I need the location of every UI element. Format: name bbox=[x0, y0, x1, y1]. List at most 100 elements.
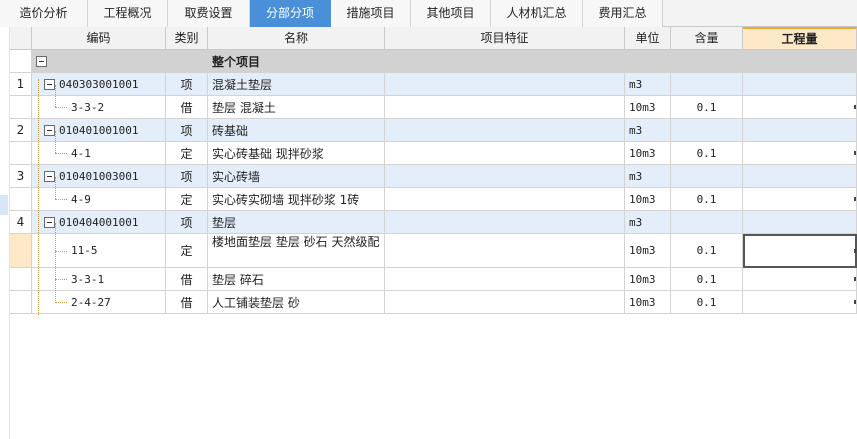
feature-cell[interactable] bbox=[385, 268, 625, 291]
table-row-current[interactable]: 11-5 定 楼地面垫层 垫层 砂石 天然级配 10m3 0.1 bbox=[10, 234, 857, 268]
table-row[interactable]: 4-9 定 实心砖实砌墙 现拌砂浆 1砖 10m3 0.1 bbox=[10, 188, 857, 211]
table-row[interactable]: 3-3-1 借 垫层 碎石 10m3 0.1 bbox=[10, 268, 857, 291]
collapse-icon[interactable] bbox=[44, 78, 55, 90]
header-type[interactable]: 类别 bbox=[166, 27, 208, 50]
type-cell[interactable]: 项 bbox=[166, 165, 208, 188]
tab-labor-material-summary[interactable]: 人材机汇总 bbox=[491, 0, 583, 27]
unit-cell[interactable]: 10m3 bbox=[625, 291, 671, 314]
name-cell[interactable]: 砖基础 bbox=[208, 119, 385, 142]
unit-cell[interactable]: m3 bbox=[625, 165, 671, 188]
content-cell[interactable] bbox=[671, 73, 743, 96]
feature-cell[interactable] bbox=[385, 119, 625, 142]
type-cell[interactable]: 借 bbox=[166, 268, 208, 291]
unit-cell[interactable]: 10m3 bbox=[625, 268, 671, 291]
feature-cell[interactable] bbox=[385, 188, 625, 211]
type-cell[interactable]: 借 bbox=[166, 291, 208, 314]
content-cell[interactable]: 0.1 bbox=[671, 268, 743, 291]
content-cell[interactable] bbox=[671, 119, 743, 142]
feature-cell[interactable] bbox=[385, 165, 625, 188]
tab-cost-analysis[interactable]: 造价分析 bbox=[0, 0, 88, 27]
quantity-cell[interactable] bbox=[743, 96, 857, 119]
header-quantity[interactable]: 工程量 bbox=[743, 27, 857, 50]
feature-cell[interactable] bbox=[385, 50, 625, 73]
quantity-cell[interactable] bbox=[743, 211, 857, 234]
quantity-cell[interactable] bbox=[743, 73, 857, 96]
feature-cell[interactable] bbox=[385, 211, 625, 234]
collapse-icon[interactable] bbox=[44, 216, 55, 228]
header-content[interactable]: 含量 bbox=[671, 27, 743, 50]
collapse-icon[interactable] bbox=[36, 55, 47, 67]
unit-cell[interactable]: 10m3 bbox=[625, 234, 671, 268]
code-cell[interactable]: 2-4-27 bbox=[32, 291, 166, 314]
name-cell[interactable]: 混凝土垫层 bbox=[208, 73, 385, 96]
type-cell[interactable]: 定 bbox=[166, 142, 208, 165]
name-cell[interactable]: 实心砖墙 bbox=[208, 165, 385, 188]
unit-cell[interactable]: 10m3 bbox=[625, 188, 671, 211]
code-cell[interactable]: 3-3-1 bbox=[32, 268, 166, 291]
tab-other-items[interactable]: 其他项目 bbox=[411, 0, 491, 27]
code-cell[interactable]: 11-5 bbox=[32, 234, 166, 268]
feature-cell[interactable] bbox=[385, 142, 625, 165]
content-cell[interactable] bbox=[671, 165, 743, 188]
code-cell[interactable]: 3-3-2 bbox=[32, 96, 166, 119]
quantity-cell[interactable] bbox=[743, 188, 857, 211]
type-cell[interactable]: 项 bbox=[166, 211, 208, 234]
table-row-root[interactable]: 整个项目 bbox=[10, 50, 857, 73]
name-cell[interactable]: 垫层 碎石 bbox=[208, 268, 385, 291]
content-cell[interactable]: 0.1 bbox=[671, 234, 743, 268]
type-cell[interactable] bbox=[166, 50, 208, 73]
code-cell[interactable]: 4-9 bbox=[32, 188, 166, 211]
header-code[interactable]: 编码 bbox=[32, 27, 166, 50]
content-cell[interactable]: 0.1 bbox=[671, 142, 743, 165]
quantity-cell-selected[interactable] bbox=[743, 234, 857, 268]
unit-cell[interactable]: m3 bbox=[625, 73, 671, 96]
content-cell[interactable] bbox=[671, 211, 743, 234]
table-row[interactable]: 3-3-2 借 垫层 混凝土 10m3 0.1 bbox=[10, 96, 857, 119]
type-cell[interactable]: 定 bbox=[166, 188, 208, 211]
name-cell[interactable]: 整个项目 bbox=[208, 50, 385, 73]
table-row[interactable]: 2-4-27 借 人工铺装垫层 砂 10m3 0.1 bbox=[10, 291, 857, 314]
header-feature[interactable]: 项目特征 bbox=[385, 27, 625, 50]
type-cell[interactable]: 项 bbox=[166, 73, 208, 96]
type-cell[interactable]: 定 bbox=[166, 234, 208, 268]
tab-project-overview[interactable]: 工程概况 bbox=[88, 0, 168, 27]
name-cell[interactable]: 垫层 bbox=[208, 211, 385, 234]
tab-fee-summary[interactable]: 费用汇总 bbox=[583, 0, 663, 27]
type-cell[interactable]: 借 bbox=[166, 96, 208, 119]
type-cell[interactable]: 项 bbox=[166, 119, 208, 142]
collapse-icon[interactable] bbox=[44, 124, 55, 136]
table-row[interactable]: 3 010401003001 项 实心砖墙 m3 bbox=[10, 165, 857, 188]
code-cell[interactable]: 4-1 bbox=[32, 142, 166, 165]
name-cell[interactable]: 楼地面垫层 垫层 砂石 天然级配 bbox=[208, 234, 385, 268]
header-name[interactable]: 名称 bbox=[208, 27, 385, 50]
content-cell[interactable]: 0.1 bbox=[671, 188, 743, 211]
unit-cell[interactable]: m3 bbox=[625, 211, 671, 234]
quantity-cell[interactable] bbox=[743, 142, 857, 165]
name-cell[interactable]: 垫层 混凝土 bbox=[208, 96, 385, 119]
table-row[interactable]: 2 010401001001 项 砖基础 m3 bbox=[10, 119, 857, 142]
code-cell[interactable]: 040303001001 bbox=[32, 73, 166, 96]
header-unit[interactable]: 单位 bbox=[625, 27, 671, 50]
table-row[interactable]: 1 040303001001 项 混凝土垫层 m3 bbox=[10, 73, 857, 96]
quantity-cell[interactable] bbox=[743, 119, 857, 142]
name-cell[interactable]: 人工铺装垫层 砂 bbox=[208, 291, 385, 314]
feature-cell[interactable] bbox=[385, 73, 625, 96]
content-cell[interactable]: 0.1 bbox=[671, 96, 743, 119]
code-cell[interactable]: 010401001001 bbox=[32, 119, 166, 142]
tab-measure-items[interactable]: 措施项目 bbox=[331, 0, 411, 27]
tab-fee-settings[interactable]: 取费设置 bbox=[168, 0, 250, 27]
unit-cell[interactable] bbox=[625, 50, 671, 73]
tab-divisional-items[interactable]: 分部分项 bbox=[250, 0, 331, 27]
quantity-cell[interactable] bbox=[743, 50, 857, 73]
name-cell[interactable]: 实心砖实砌墙 现拌砂浆 1砖 bbox=[208, 188, 385, 211]
quantity-cell[interactable] bbox=[743, 165, 857, 188]
content-cell[interactable]: 0.1 bbox=[671, 291, 743, 314]
collapse-icon[interactable] bbox=[44, 170, 55, 182]
quantity-cell[interactable] bbox=[743, 291, 857, 314]
feature-cell[interactable] bbox=[385, 234, 625, 268]
unit-cell[interactable]: 10m3 bbox=[625, 96, 671, 119]
code-cell[interactable]: 010401003001 bbox=[32, 165, 166, 188]
table-row[interactable]: 4 010404001001 项 垫层 m3 bbox=[10, 211, 857, 234]
unit-cell[interactable]: 10m3 bbox=[625, 142, 671, 165]
unit-cell[interactable]: m3 bbox=[625, 119, 671, 142]
